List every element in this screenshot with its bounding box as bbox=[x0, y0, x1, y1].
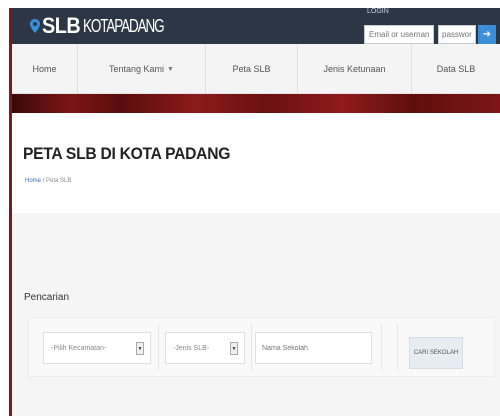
column-divider bbox=[251, 324, 252, 370]
nav-item-data-slb[interactable]: Data SLB bbox=[412, 44, 500, 94]
site-header: SLB KOTAPADANG LOGIN ➜ bbox=[12, 8, 500, 44]
search-school-button[interactable]: CARI SEKOLAH bbox=[409, 337, 463, 369]
school-name-input[interactable] bbox=[255, 332, 372, 364]
breadcrumb-separator: / bbox=[42, 178, 45, 184]
nav-item-home[interactable]: Home bbox=[12, 44, 78, 94]
nav-item-tentang-kami[interactable]: Tentang Kami ▼ bbox=[78, 44, 206, 94]
search-panel: -Pilih Kecamatan- ▼ -Jenis SLB- ▼ CARI S… bbox=[28, 317, 495, 377]
title-section: PETA SLB DI KOTA PADANG Home / Peta SLB bbox=[12, 113, 500, 213]
main-content: Pencarian -Pilih Kecamatan- ▼ -Jenis SLB… bbox=[12, 213, 500, 416]
nav-item-label: Peta SLB bbox=[232, 64, 271, 74]
nav-item-label: Data SLB bbox=[436, 64, 476, 74]
password-field[interactable] bbox=[438, 25, 476, 44]
page-left-margin bbox=[0, 0, 9, 416]
login-label: LOGIN bbox=[367, 8, 389, 15]
map-pin-icon bbox=[30, 19, 40, 33]
page-banner bbox=[12, 94, 500, 113]
jenis-slb-select[interactable]: -Jenis SLB- ▼ bbox=[165, 332, 245, 364]
arrow-right-icon: ➜ bbox=[482, 29, 492, 40]
left-accent-bar bbox=[9, 8, 12, 416]
nav-item-label: Jenis Ketunaan bbox=[323, 64, 386, 74]
logo-text-light: KOTAPADANG bbox=[82, 16, 165, 36]
dropdown-arrow-icon: ▼ bbox=[230, 342, 238, 355]
select-value: -Pilih Kecamatan- bbox=[51, 344, 107, 352]
login-button[interactable]: ➜ bbox=[478, 25, 496, 44]
logo-text-bold: SLB bbox=[42, 13, 81, 38]
email-field[interactable] bbox=[364, 25, 434, 44]
breadcrumb: Home / Peta SLB bbox=[25, 178, 71, 184]
nav-item-label: Tentang Kami bbox=[109, 64, 165, 74]
nav-item-jenis-ketunaan[interactable]: Jenis Ketunaan bbox=[298, 44, 412, 94]
column-divider bbox=[158, 324, 159, 370]
nav-item-peta-slb[interactable]: Peta SLB bbox=[206, 44, 298, 94]
chevron-down-icon: ▼ bbox=[167, 65, 174, 73]
nav-item-label: Home bbox=[32, 64, 57, 74]
site-logo[interactable]: SLB KOTAPADANG bbox=[30, 10, 190, 40]
select-value: -Jenis SLB- bbox=[173, 344, 210, 352]
column-divider bbox=[381, 324, 382, 370]
column-divider bbox=[397, 324, 398, 370]
main-nav: Home Tentang Kami ▼ Peta SLB Jenis Ketun… bbox=[12, 44, 500, 94]
kecamatan-select[interactable]: -Pilih Kecamatan- ▼ bbox=[43, 332, 151, 364]
breadcrumb-home-link[interactable]: Home bbox=[25, 178, 41, 184]
page-title: PETA SLB DI KOTA PADANG bbox=[23, 144, 231, 163]
breadcrumb-current: Peta SLB bbox=[46, 178, 72, 184]
section-title: Pencarian bbox=[24, 292, 70, 303]
dropdown-arrow-icon: ▼ bbox=[136, 342, 144, 355]
